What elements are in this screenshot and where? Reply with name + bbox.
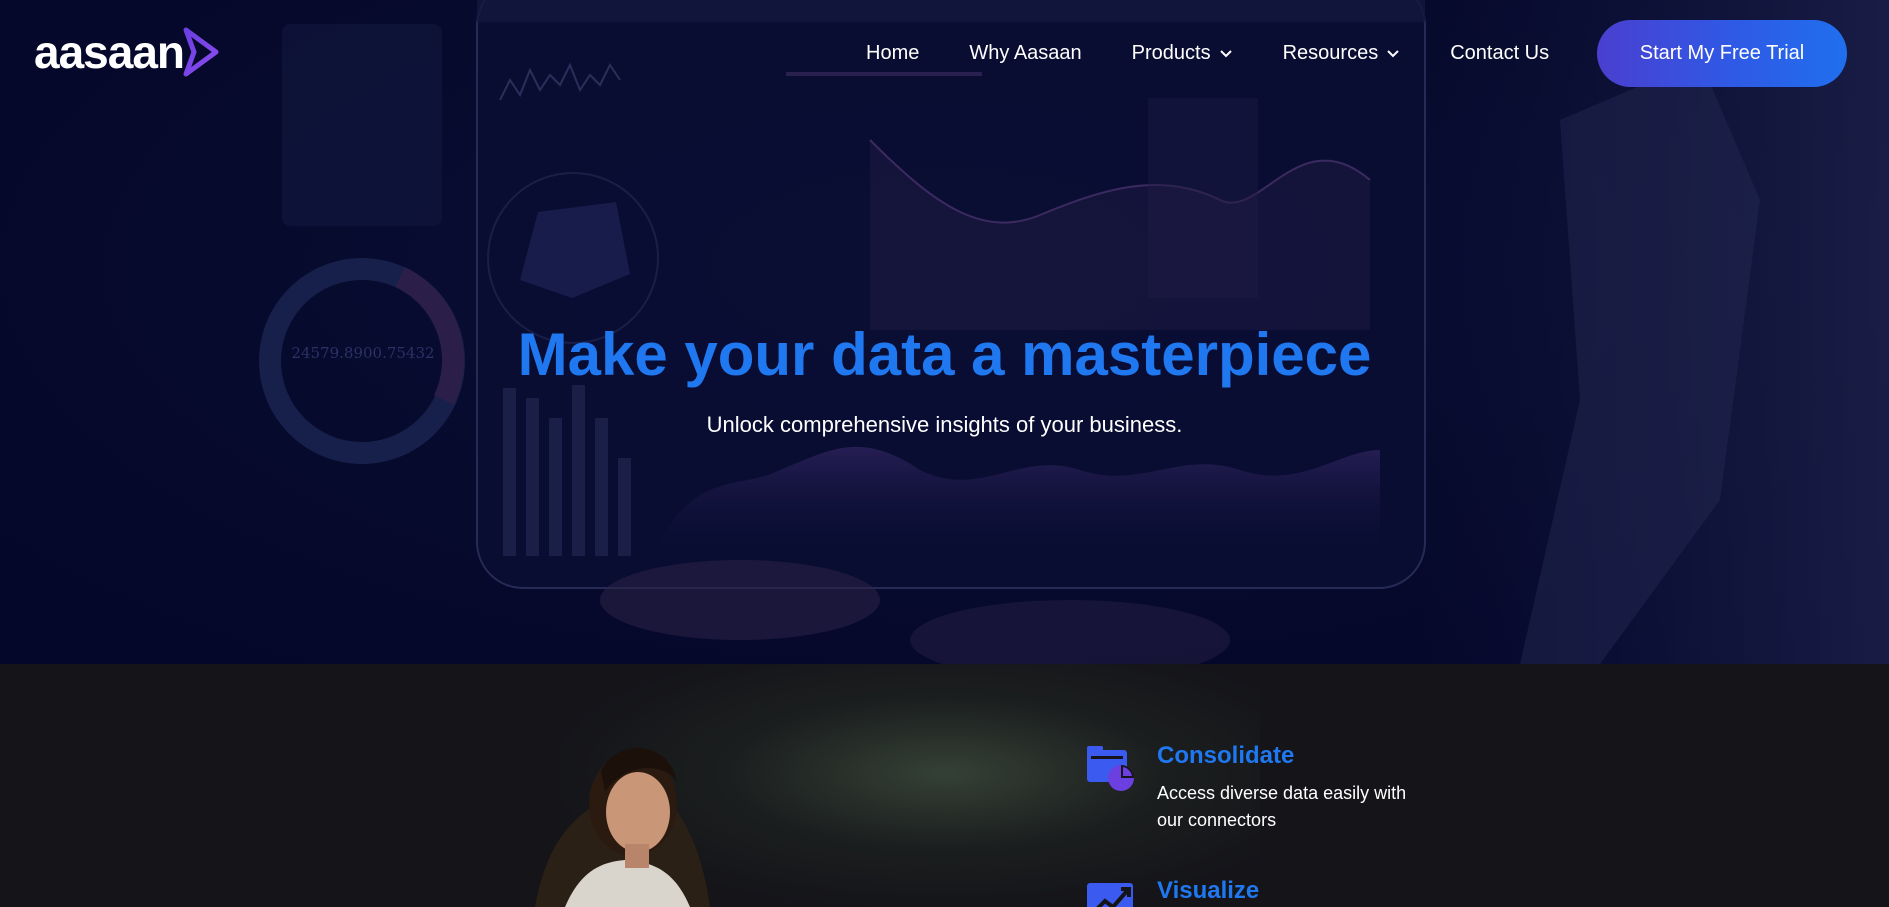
chevron-down-icon [1219, 50, 1232, 58]
features-section: Consolidate Access diverse data easily w… [0, 664, 1889, 907]
hero-subtitle: Unlock comprehensive insights of your bu… [706, 412, 1183, 437]
aasaan-logo[interactable]: aasaan [34, 24, 222, 80]
play-arrow-logo-icon [183, 27, 219, 77]
nav-resources-label: Resources [1282, 41, 1379, 64]
feature-title: Consolidate [1157, 742, 1295, 769]
nav-products-label: Products [1131, 41, 1211, 64]
page: 24579.8900.75432 aasaan Home Why Aasaan … [0, 0, 1889, 907]
trend-chart-icon [1087, 883, 1133, 907]
nav-why-aasaan-label: Why Aasaan [969, 41, 1082, 64]
logo-wordmark: aasaan [34, 26, 185, 78]
start-free-trial-button[interactable]: Start My Free Trial [1597, 20, 1847, 87]
nav-home-label: Home [866, 41, 920, 64]
hero-section: 24579.8900.75432 aasaan Home Why Aasaan … [0, 0, 1889, 664]
feature-description: Access diverse data easily with our conn… [1157, 783, 1407, 830]
chevron-down-icon [1387, 50, 1399, 58]
nav-home[interactable]: Home [866, 42, 919, 65]
main-navigation: Home Why Aasaan Products Resources Conta… [866, 38, 1549, 68]
folder-chart-icon [1087, 746, 1134, 791]
nav-products[interactable]: Products [1132, 42, 1233, 65]
nav-contact-us[interactable]: Contact Us [1450, 42, 1549, 65]
feature-title: Visualize [1157, 877, 1260, 904]
nav-resources[interactable]: Resources [1283, 42, 1401, 65]
nav-contact-us-label: Contact Us [1450, 41, 1550, 64]
nav-why-aasaan[interactable]: Why Aasaan [969, 42, 1081, 65]
hero-title: Make your data a masterpiece [517, 321, 1372, 388]
woman-portrait-image [535, 747, 710, 907]
